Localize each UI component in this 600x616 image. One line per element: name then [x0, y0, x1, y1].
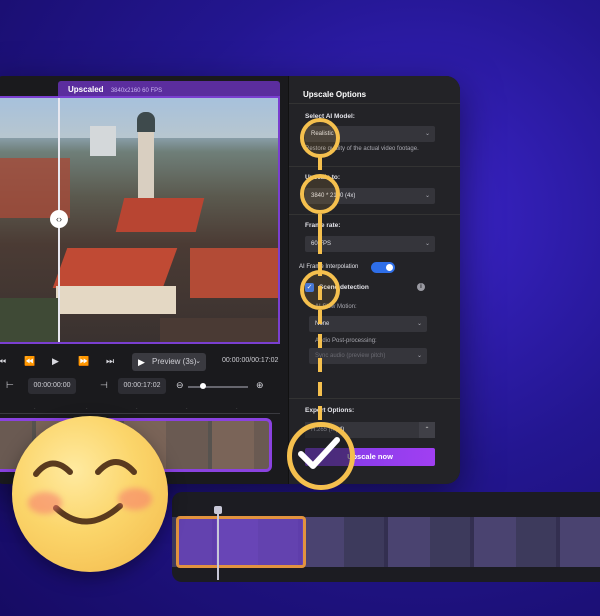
highlight-ring-ai-model — [300, 118, 340, 158]
trim-row: ⊢ 00:00:00:00 ⊣ 00:00:17:02 ⊖ ⊕ — [0, 378, 280, 398]
ruler-tick: · — [236, 406, 238, 412]
highlight-ring-resolution — [300, 174, 340, 214]
timecode: 00:00:00/00:17:02 — [222, 357, 279, 364]
interpolation-toggle[interactable] — [371, 262, 395, 273]
panel-divider — [289, 103, 460, 104]
checkmark-icon — [298, 437, 340, 469]
compare-drag-handle[interactable]: ‹› — [50, 210, 68, 228]
church-roof — [115, 198, 205, 232]
chevron-down-icon: ⌄ — [424, 131, 430, 137]
post-processing-select[interactable]: Sync audio (preview pitch) ⌄ — [309, 348, 427, 364]
ruler-tick: · — [136, 406, 138, 412]
ruler-tick: · — [186, 406, 188, 412]
guide-dash — [318, 310, 322, 324]
tower-block — [90, 126, 116, 156]
playback-controls: ⏮ ⏪ ▶ ⏩ ⏭ ▶ Preview (3s) ⌄ 00:00:00/00:1… — [0, 352, 280, 374]
preview-button-label: Preview (3s) — [152, 357, 197, 366]
bottom-timeline — [172, 492, 600, 582]
street — [160, 318, 278, 342]
trim-start-icon[interactable]: ⊢ — [6, 380, 14, 391]
guide-dash — [318, 382, 322, 396]
skip-start-icon[interactable]: ⏮ — [0, 356, 6, 367]
church-spire — [137, 112, 155, 132]
play-icon[interactable]: ▶ — [52, 356, 59, 367]
post-processing-label: Audio Post-processing: — [315, 338, 377, 344]
info-icon[interactable]: i — [417, 283, 425, 291]
roofs-right — [190, 248, 278, 298]
frame-rate-label: Frame rate: — [305, 222, 341, 229]
chevron-down-icon: ⌄ — [424, 241, 430, 247]
panel-title: Upscale Options — [303, 90, 367, 99]
section-divider — [289, 398, 460, 399]
section-divider — [289, 166, 460, 167]
chevron-down-icon: ⌄ — [424, 193, 430, 199]
roofs-center — [52, 248, 178, 288]
guide-dash — [318, 358, 322, 372]
chevron-down-icon[interactable]: ⌄ — [195, 353, 201, 371]
interpolation-label: AI Frame Interpolation — [299, 264, 359, 270]
video-preview[interactable]: ‹› — [0, 96, 280, 344]
facade-center — [56, 286, 176, 314]
export-label: Export Options: — [305, 407, 355, 414]
guide-dash — [318, 156, 322, 170]
post-processing-value: Sync audio (preview pitch) — [315, 353, 386, 359]
guide-dash — [318, 214, 322, 254]
section-divider — [289, 214, 460, 215]
zoom-out-icon[interactable]: ⊖ — [176, 380, 184, 391]
trim-end-field[interactable]: 00:00:17:02 — [118, 378, 166, 394]
preview-button[interactable]: ▶ Preview (3s) ⌄ — [132, 353, 206, 371]
slow-motion-select[interactable]: None ⌄ — [309, 316, 427, 332]
smiling-face-emoji — [12, 416, 168, 572]
bottom-selection-range[interactable] — [176, 516, 306, 568]
timeline-ruler: · · · · · — [0, 404, 280, 414]
bottom-playhead[interactable] — [214, 506, 222, 580]
frame-rate-select[interactable]: 60 FPS ⌄ — [305, 236, 435, 252]
right-blush — [118, 488, 152, 510]
zoom-in-icon[interactable]: ⊕ — [256, 380, 264, 391]
zoom-slider[interactable] — [188, 386, 248, 388]
chevron-up-icon[interactable]: ⌃ — [419, 422, 435, 438]
preview-play-icon: ▶ — [138, 357, 145, 367]
skip-end-icon[interactable]: ⏭ — [106, 356, 114, 367]
highlight-ring-scene-detection — [300, 270, 340, 310]
guide-dash — [318, 334, 322, 348]
trim-end-icon[interactable]: ⊣ — [100, 380, 108, 391]
ruler-tick: · — [86, 406, 88, 412]
chevron-down-icon: ⌄ — [416, 321, 422, 327]
guide-dash — [318, 406, 322, 420]
upscaled-tag-label: Upscaled — [68, 85, 104, 94]
left-blush — [28, 492, 62, 514]
upscaled-tag-detail: 3840x2160 60 FPS — [110, 88, 163, 94]
chevron-down-icon: ⌄ — [416, 353, 422, 359]
ruler-tick: · — [34, 406, 36, 412]
step-forward-icon[interactable]: ⏩ — [78, 356, 89, 367]
trees — [0, 298, 60, 342]
trim-start-field[interactable]: 00:00:00:00 — [28, 378, 76, 394]
zoom-slider-thumb[interactable] — [200, 383, 206, 389]
step-back-icon[interactable]: ⏪ — [24, 356, 35, 367]
